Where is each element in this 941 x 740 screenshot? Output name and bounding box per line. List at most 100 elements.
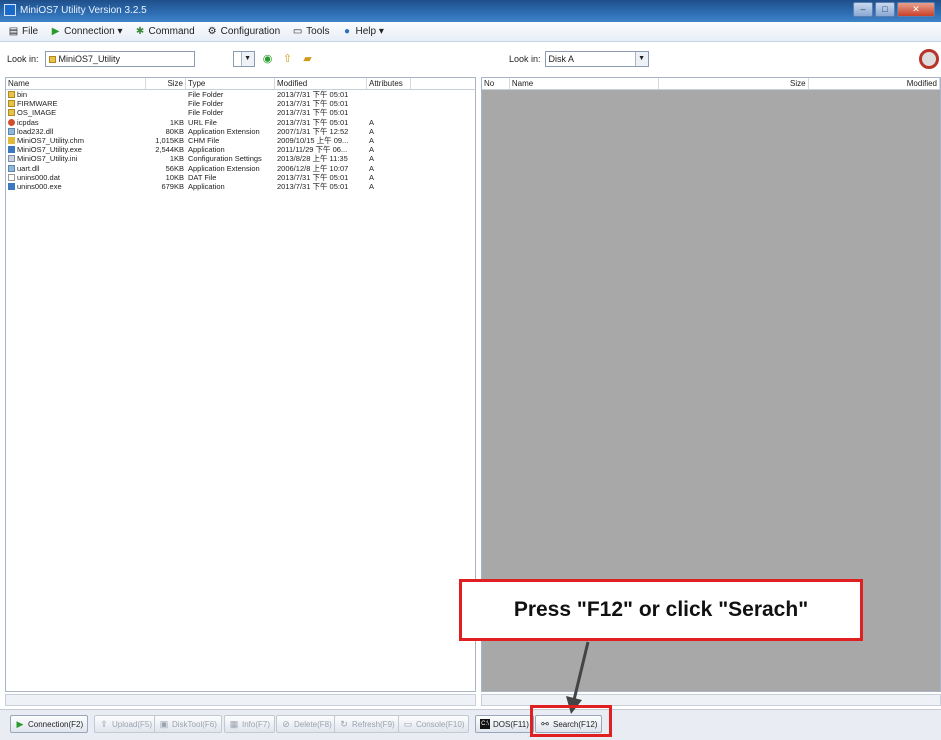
file-size — [146, 99, 186, 108]
file-attributes: A — [369, 126, 375, 136]
help-icon: ● — [343, 26, 351, 37]
file-modified: 2006/12/8 上午 10:07 — [277, 163, 349, 173]
file-name: icpdas — [17, 117, 39, 127]
local-dropdown[interactable]: ▼ — [232, 51, 255, 67]
instruction-callout: Press "F12" or click "Serach" — [459, 579, 863, 641]
maximize-button[interactable]: □ — [875, 2, 895, 17]
menu-command[interactable]: ✱ Command — [135, 26, 195, 37]
file-row[interactable]: unins000.dat 10KB DAT File 2013/7/31 下午 05:… — [6, 173, 475, 182]
delete-button-label: Delete(F8) — [294, 719, 332, 729]
chm-file-icon — [8, 137, 15, 145]
chevron-down-icon: ▼ — [240, 52, 254, 66]
upload-button[interactable]: ⇪ Upload(F5) — [94, 715, 158, 733]
col-modified[interactable]: Modified — [809, 78, 940, 89]
file-size: 1KB — [169, 117, 184, 127]
search-highlight-box — [530, 705, 612, 737]
file-modified: 2013/8/28 上午 11:35 — [277, 154, 348, 164]
disktool-button-label: DiskTool(F6) — [172, 719, 217, 729]
file-row[interactable]: bin File Folder 2013/7/31 下午 05:01 — [6, 90, 475, 99]
info-button[interactable]: ▦ Info(F7) — [224, 715, 276, 733]
app-icon — [4, 4, 16, 16]
refresh-button-label: Refresh(F9) — [352, 719, 395, 729]
file-size: 679KB — [161, 181, 184, 191]
menu-tools[interactable]: ▭ Tools — [292, 26, 330, 37]
col-no[interactable]: No — [482, 78, 510, 89]
col-name[interactable]: Name — [6, 78, 146, 89]
local-scrollbar[interactable] — [5, 694, 476, 706]
chevron-down-icon: ▼ — [634, 52, 648, 66]
title-bar: MiniOS7 Utility Version 3.2.5 – □ ✕ — [0, 0, 941, 22]
dos-icon: C:\ — [480, 719, 490, 729]
refresh-button[interactable]: ↻ Refresh(F9) — [334, 715, 400, 733]
refresh-icon[interactable]: ◉ — [261, 52, 275, 66]
file-size — [146, 90, 186, 99]
command-icon: ✱ — [135, 26, 145, 37]
col-size[interactable]: Size — [659, 78, 809, 89]
col-name[interactable]: Name — [510, 78, 660, 89]
file-size: 2,544KB — [155, 145, 184, 155]
info-button-label: Info(F7) — [242, 719, 271, 729]
file-type: Application Extension — [188, 163, 260, 173]
close-button[interactable]: ✕ — [897, 2, 935, 17]
local-file-list[interactable]: Name Size Type Modified Attributes bin Fi… — [5, 77, 476, 692]
up-folder-icon[interactable]: ⇧ — [281, 52, 295, 66]
file-attributes — [367, 90, 411, 99]
file-size: 80KB — [165, 126, 184, 136]
file-type: File Folder — [188, 90, 224, 99]
delete-icon: ⊘ — [282, 719, 290, 729]
col-size[interactable]: Size — [146, 78, 186, 89]
remote-lookin-select[interactable]: Disk A ▼ — [544, 51, 649, 67]
dos-button[interactable]: C:\ DOS(F11) — [475, 715, 534, 733]
delete-button[interactable]: ⊘ Delete(F8) — [276, 715, 337, 733]
file-size: 1KB — [169, 154, 184, 164]
dll-file-icon — [8, 164, 15, 172]
file-row[interactable]: MiniOS7_Utility.chm 1,015KB CHM File 2009/1… — [6, 136, 475, 145]
disktool-icon: ▣ — [159, 719, 169, 729]
url-file-icon — [8, 118, 15, 126]
local-lookin-label: Look in: — [7, 54, 39, 64]
console-button[interactable]: ▭ Console(F10) — [398, 715, 470, 733]
dos-button-label: DOS(F11) — [493, 719, 529, 729]
file-row[interactable]: OS_IMAGE File Folder 2013/7/31 下午 05:01 — [6, 108, 475, 117]
file-row[interactable]: MiniOS7_Utility.ini 1KB Configuration Sett… — [6, 154, 475, 163]
file-type: CHM File — [188, 135, 220, 145]
file-row[interactable]: unins000.exe 679KB Application 2013/7/31 下午… — [6, 182, 475, 191]
file-type: DAT File — [188, 172, 217, 182]
file-attributes: A — [369, 172, 375, 182]
file-row[interactable]: FIRMWARE File Folder 2013/7/31 下午 05:01 — [6, 99, 475, 108]
col-type[interactable]: Type — [186, 78, 275, 89]
file-row[interactable]: load232.dll 80KB Application Extension 2007… — [6, 127, 475, 136]
menu-help[interactable]: ● Help ▾ — [342, 26, 384, 37]
file-name: MiniOS7_Utility.ini — [17, 154, 78, 164]
new-folder-icon[interactable]: ▰ — [301, 52, 315, 66]
folder-file-icon — [8, 100, 15, 108]
file-row[interactable]: MiniOS7_Utility.exe 2,544KB Application 201… — [6, 145, 475, 154]
disktool-button[interactable]: ▣ DiskTool(F6) — [154, 715, 222, 733]
window-title: MiniOS7 Utility Version 3.2.5 — [20, 5, 147, 16]
menu-connection[interactable]: ▶ Connection ▾ — [50, 26, 123, 37]
file-row[interactable]: uart.dll 56KB Application Extension 2006/12… — [6, 164, 475, 173]
file-name-cell: unins000.dat — [6, 173, 146, 182]
file-size — [146, 108, 186, 117]
file-icon: ▤ — [8, 26, 19, 37]
file-attributes: A — [369, 135, 375, 145]
file-row[interactable]: icpdas 1KB URL File 2013/7/31 下午 05:01 A — [6, 118, 475, 127]
menu-file[interactable]: ▤ File — [8, 26, 38, 37]
file-name-cell: MiniOS7_Utility.chm — [6, 136, 146, 145]
file-modified: 2013/7/31 下午 05:01 — [277, 172, 349, 182]
local-lookin-select[interactable]: MiniOS7_Utility — [44, 51, 195, 67]
col-modified[interactable]: Modified — [275, 78, 367, 89]
file-attributes: A — [369, 117, 375, 127]
info-icon: ▦ — [229, 719, 239, 729]
minimize-button[interactable]: – — [853, 2, 873, 17]
dat-file-icon — [8, 173, 15, 181]
file-modified: 2013/7/31 下午 05:01 — [277, 90, 349, 99]
connection-button-label: Connection(F2) — [28, 719, 84, 729]
connection-button[interactable]: ▶ Connection(F2) — [10, 715, 89, 733]
file-modified: 2011/11/29 下午 06... — [277, 145, 348, 155]
menu-configuration[interactable]: ⚙ Configuration — [207, 26, 280, 37]
file-name-cell: uart.dll — [6, 164, 146, 173]
file-modified: 2007/1/31 下午 12:52 — [277, 126, 349, 136]
col-attributes[interactable]: Attributes — [367, 78, 411, 89]
file-modified: 2009/10/15 上午 09... — [277, 135, 349, 145]
